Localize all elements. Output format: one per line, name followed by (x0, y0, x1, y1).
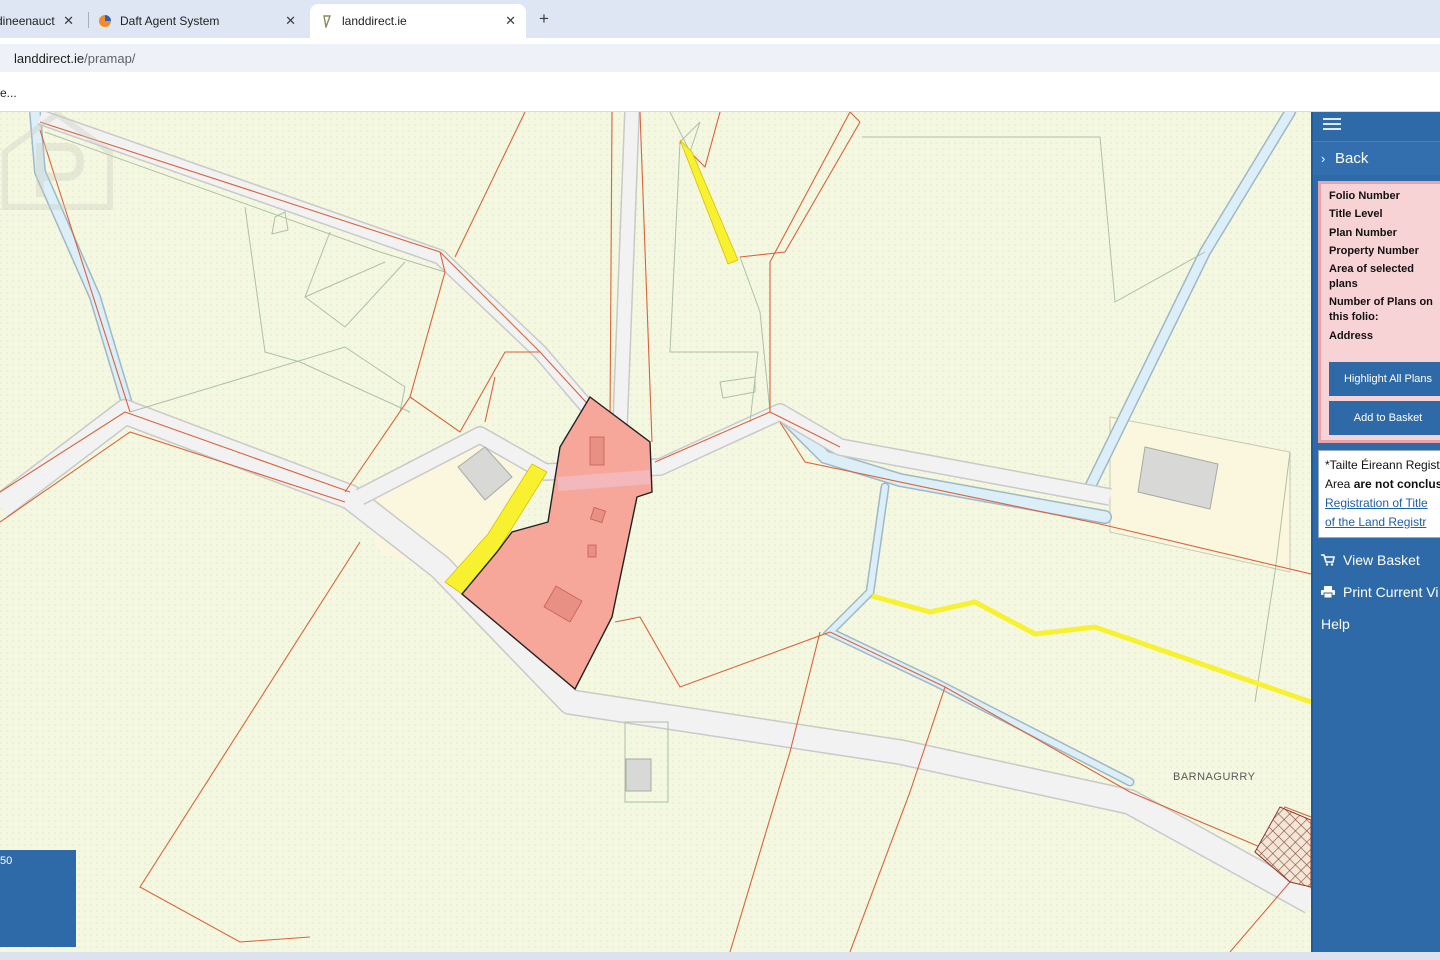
title-level-label: Title Level (1329, 208, 1383, 220)
tab-landdirect[interactable]: landdirect.ie ✕ (310, 4, 526, 38)
townland-label: BARNAGURRY (1173, 771, 1256, 783)
registration-of-title-link[interactable]: Registration of Title (1325, 496, 1428, 510)
site-info-icon[interactable] (0, 53, 4, 65)
daft-logo-icon (98, 14, 112, 28)
url-path: /pramap/ (84, 51, 136, 66)
building (625, 758, 652, 792)
add-to-basket-button[interactable]: Add to Basket (1329, 401, 1440, 435)
land-registry-link[interactable]: of the Land Registr (1325, 515, 1426, 529)
help-link[interactable]: Help (1321, 616, 1350, 632)
plan-number-label: Plan Number (1329, 227, 1397, 239)
tab-label: landdirect.ie (342, 14, 407, 28)
property-number-label: Property Number (1329, 245, 1419, 257)
tab-label: Daft Agent System (120, 14, 220, 28)
selected-plan-road (557, 470, 651, 491)
address-bar: landdirect.ie/pramap/ (0, 38, 1440, 76)
hamburger-menu-icon[interactable] (1323, 118, 1341, 132)
bookmark-item[interactable]: e... (0, 86, 17, 100)
url-field[interactable]: landdirect.ie/pramap/ (14, 51, 135, 66)
folio-number-label: Folio Number (1329, 190, 1400, 202)
scale-text: 50 (0, 855, 13, 867)
highlight-all-plans-button[interactable]: Highlight All Plans (1329, 362, 1440, 396)
bookmark-bar: e... (0, 76, 1440, 112)
print-current-view-label: Print Current Vi (1343, 584, 1439, 600)
building-outline (587, 544, 597, 558)
close-tab-icon[interactable]: ✕ (505, 13, 516, 29)
address-label: Address (1329, 330, 1374, 342)
harp-logo-icon (320, 14, 334, 30)
disclaimer-notice: *Tailte Éireann Regist Area are not conc… (1318, 450, 1440, 538)
url-host: landdirect.ie (14, 51, 85, 66)
side-panel: › Back Folio Number Title Level Plan Num… (1311, 112, 1440, 952)
print-current-view-link[interactable]: Print Current Vi (1321, 584, 1438, 600)
map-graphics (0, 112, 1311, 952)
close-tab-icon[interactable]: ✕ (285, 13, 296, 29)
omnibox[interactable] (0, 44, 1440, 72)
building-outline (589, 436, 605, 466)
area-selected-plans-label: Area of selected plans (1329, 263, 1414, 290)
cart-icon (1321, 554, 1335, 566)
view-basket-link[interactable]: View Basket (1321, 552, 1420, 568)
tab-label: dineenauct (0, 14, 55, 28)
view-basket-label: View Basket (1343, 552, 1420, 568)
new-tab-button[interactable]: + (534, 8, 554, 30)
help-label: Help (1321, 616, 1350, 632)
notice-line: Area are not conclus (1325, 477, 1440, 491)
tab-daft-agent-system[interactable]: Daft Agent System ✕ (88, 4, 306, 38)
plans-on-folio-label: Number of Plans on this folio: (1329, 296, 1433, 323)
tab-dineenauct[interactable]: dineenauct ✕ (0, 4, 84, 38)
close-tab-icon[interactable]: ✕ (63, 13, 74, 29)
chevron-right-icon: › (1321, 151, 1326, 166)
printer-icon (1321, 586, 1335, 598)
back-button[interactable]: › Back (1313, 141, 1440, 175)
folio-info-box: Folio Number Title Level Plan Number Pro… (1318, 181, 1440, 443)
watermark-logo-icon (1, 112, 113, 210)
map-canvas[interactable]: BARNAGURRY 50 (0, 112, 1311, 952)
tab-bar: dineenauct ✕ Daft Agent System ✕ landdir… (0, 0, 1440, 38)
back-label: Back (1335, 150, 1369, 167)
bottom-strip (0, 952, 1440, 960)
scale-box: 50 (0, 850, 76, 947)
notice-line: *Tailte Éireann Regist (1325, 458, 1440, 472)
